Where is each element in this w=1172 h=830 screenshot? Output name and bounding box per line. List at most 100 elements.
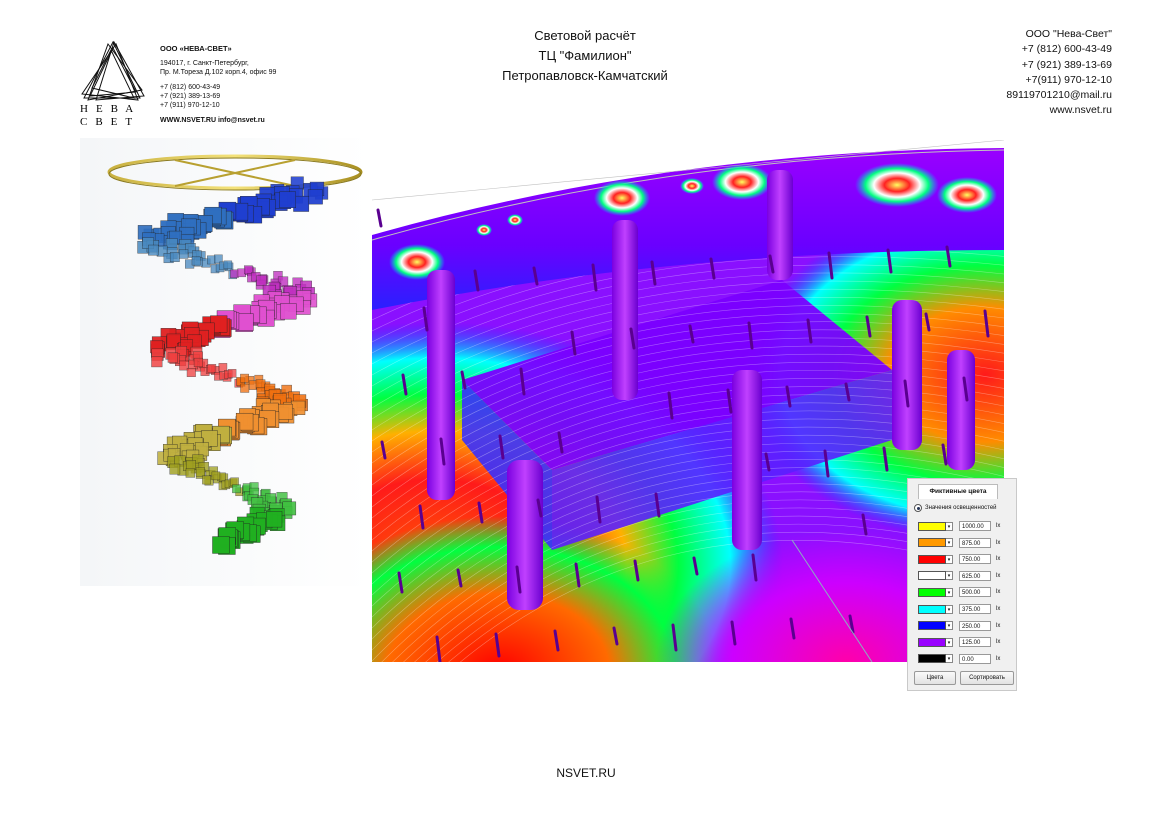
logo-top-word: НЕВА — [80, 103, 141, 115]
chandelier-cube — [232, 484, 241, 494]
chandelier-cube — [212, 536, 230, 554]
title-line: Петропавловск-Камчатский — [502, 68, 668, 83]
legend-value-field[interactable]: 125.00 — [959, 637, 991, 648]
spiral-chandelier-image — [107, 154, 363, 555]
legend-row: ▾ 625.00 lx — [918, 570, 1000, 582]
chandelier-cube — [202, 475, 211, 485]
tab-false-colors[interactable]: Фиктивные цвета — [918, 484, 998, 499]
color-swatch[interactable] — [918, 587, 946, 597]
page-title: Световой расчёт ТЦ "Фамилион" Петропавло… — [440, 26, 730, 86]
chandelier-cube — [191, 256, 201, 266]
legend-row: ▾ 500.00 lx — [918, 586, 1000, 598]
chandelier-cube — [227, 369, 237, 378]
legend-unit: lx — [996, 523, 1001, 529]
chandelier-cube — [195, 467, 205, 477]
chandelier-cube — [240, 373, 249, 383]
color-swatch[interactable] — [918, 571, 946, 581]
company-name: ООО «НЕВА-СВЕТ» — [160, 44, 232, 53]
legend-unit: lx — [996, 655, 1001, 662]
swatch-dropdown-icon[interactable]: ▾ — [946, 571, 953, 581]
chandelier-cube — [276, 403, 293, 420]
legend-unit: lx — [996, 556, 1001, 563]
title-line: ТЦ "Фамилион" — [538, 48, 632, 63]
phone-line: +7 (812) 600-43-49 — [160, 84, 221, 91]
radio-selected-icon[interactable] — [914, 504, 922, 512]
title-line: Световой расчёт — [534, 28, 636, 43]
legend-unit: lx — [996, 606, 1001, 612]
legend-value-field[interactable]: 875.00 — [959, 537, 991, 548]
swatch-dropdown-icon[interactable]: ▾ — [946, 521, 953, 531]
legend-row: ▾ 375.00 lx — [918, 603, 1000, 615]
legend-row: ▾ 0.00 lx — [918, 653, 1000, 665]
footer-site: NSVET.RU — [556, 766, 616, 780]
radio-label: Значения освещенностей — [925, 505, 997, 511]
chandelier-cube — [148, 244, 159, 256]
legend-value-field[interactable]: 250.00 — [959, 620, 991, 631]
chandelier-cube — [282, 501, 297, 516]
legend-value-field[interactable]: 0.00 — [959, 653, 991, 664]
address-line: 194017, г. Санкт-Петербург, — [160, 60, 249, 67]
chandelier-cube — [223, 260, 233, 270]
swatch-dropdown-icon[interactable]: ▾ — [946, 587, 953, 597]
swatch-dropdown-icon[interactable]: ▾ — [946, 654, 953, 664]
chandelier-cube — [193, 357, 203, 368]
legend-value-field[interactable]: 1000.00 — [959, 521, 991, 531]
legend-value-field[interactable]: 750.00 — [959, 554, 991, 565]
illuminance-values-radio[interactable]: Значения освещенностей — [914, 504, 997, 512]
swatch-dropdown-icon[interactable]: ▾ — [946, 637, 953, 647]
contacts-block: ООО "Нева-Свет" +7 (812) 600-43-49 +7 (9… — [1006, 27, 1112, 119]
contact-company: ООО "Нева-Свет" — [1025, 28, 1112, 40]
color-swatch[interactable] — [918, 554, 946, 564]
chandelier-cube — [211, 471, 221, 481]
legend-unit: lx — [996, 539, 1001, 546]
color-swatch[interactable] — [918, 637, 946, 647]
color-swatch[interactable] — [918, 604, 946, 614]
color-swatch[interactable] — [918, 621, 946, 631]
color-swatch[interactable] — [918, 654, 946, 664]
swatch-dropdown-icon[interactable]: ▾ — [946, 554, 953, 564]
neva-svet-logo-icon: НЕВА СВЕТ — [80, 40, 145, 125]
chandelier-cube — [279, 191, 296, 209]
chandelier-cube — [207, 364, 217, 373]
color-swatch[interactable] — [918, 538, 946, 548]
chandelier-cube — [185, 468, 195, 478]
false-colors-legend: Фиктивные цвета Значения освещенностей ▾… — [907, 478, 1017, 691]
legend-row: ▾ 125.00 lx — [918, 636, 1000, 648]
swatch-dropdown-icon[interactable]: ▾ — [946, 604, 953, 614]
chandelier-cube — [169, 463, 181, 475]
contact-site: www.nsvet.ru — [1049, 104, 1112, 117]
sort-button[interactable]: Сортировать — [960, 671, 1014, 685]
color-swatch[interactable] — [918, 521, 946, 531]
swatch-dropdown-icon[interactable]: ▾ — [946, 621, 953, 631]
logo-bottom-word: СВЕТ — [80, 116, 140, 125]
chandelier-cube — [280, 303, 297, 320]
legend-row: ▾ 875.00 lx — [918, 537, 1000, 549]
chandelier-cube — [230, 269, 239, 279]
chandelier-cube — [151, 356, 163, 368]
chandelier-cube — [240, 383, 250, 393]
chandelier-cube — [167, 352, 178, 363]
company-logo-block: НЕВА СВЕТ ООО «НЕВА-СВЕТ» 194017, г. Сан… — [78, 40, 288, 130]
legend-unit: lx — [996, 589, 1001, 596]
phone-line: +7 (911) 970-12-10 — [160, 102, 220, 109]
contact-email: 89119701210@mail.ru — [1006, 89, 1112, 102]
legend-row: ▾ 250.00 lx — [918, 620, 1000, 632]
legend-unit: lx — [996, 639, 1001, 646]
colors-button[interactable]: Цвета — [914, 671, 956, 685]
chandelier-cube — [178, 249, 189, 259]
company-info: ООО «НЕВА-СВЕТ» 194017, г. Санкт-Петербу… — [160, 44, 300, 125]
legend-value-field[interactable]: 375.00 — [959, 604, 991, 614]
contact-phone: +7 (812) 600-43-49 — [1021, 43, 1112, 56]
company-web: WWW.NSVET.RU info@nsvet.ru — [160, 117, 265, 124]
legend-value-field[interactable]: 500.00 — [959, 587, 991, 598]
legend-row: ▾ 750.00 lx — [918, 553, 1000, 565]
address-line: Пр. М.Тореза Д.102 корп.4, офис 99 — [160, 69, 277, 76]
legend-unit: lx — [996, 622, 1001, 629]
chandelier-cube — [186, 367, 196, 377]
chandelier-cube — [266, 511, 283, 528]
legend-value-field[interactable]: 625.00 — [959, 570, 991, 581]
swatch-dropdown-icon[interactable]: ▾ — [946, 538, 953, 548]
phone-line: +7 (921) 389-13-69 — [160, 93, 221, 100]
contact-phone: +7(911) 970-12-10 — [1025, 73, 1113, 86]
spiral-chandelier-render — [80, 138, 370, 586]
